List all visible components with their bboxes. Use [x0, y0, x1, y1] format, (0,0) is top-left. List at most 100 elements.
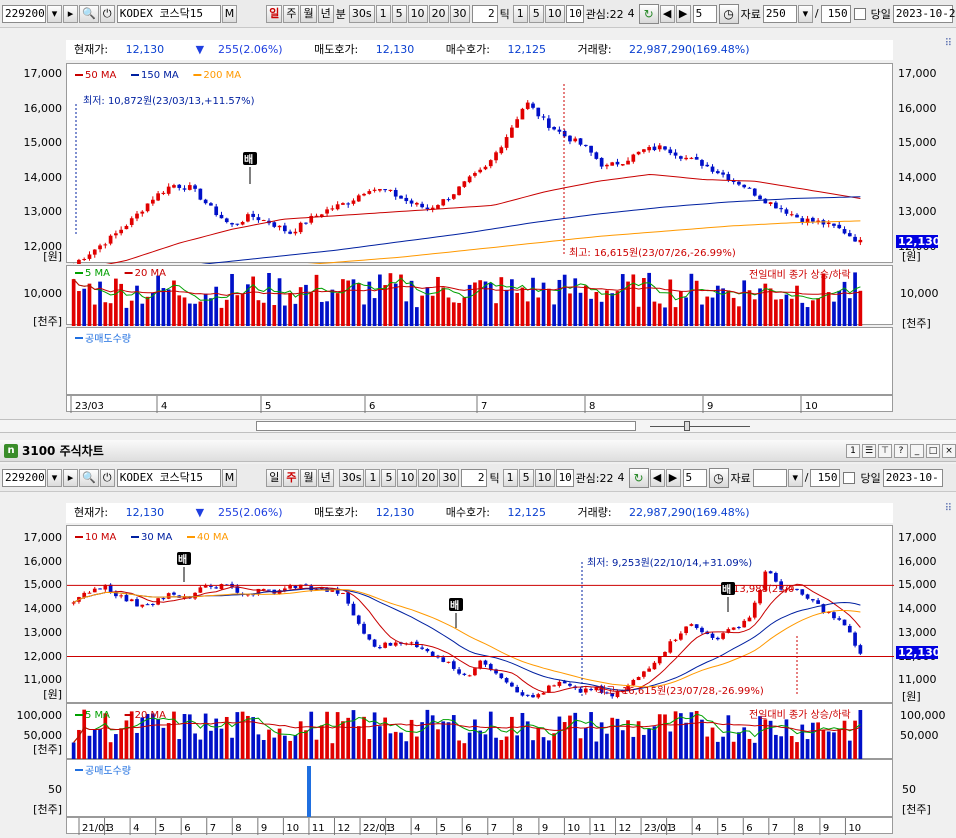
tick-10-button[interactable]: 10 [534, 468, 555, 487]
next-arrow-icon[interactable]: ▶ [675, 4, 691, 23]
window-menu-icon[interactable]: ☰ [862, 443, 876, 458]
search-icon[interactable]: 🔍 [79, 468, 99, 487]
min-30-button[interactable]: 30 [439, 468, 460, 487]
candle-body [129, 599, 134, 602]
volume-bar [256, 300, 261, 326]
count-input[interactable]: 5 [682, 468, 707, 487]
period-day-button[interactable]: 일 [266, 468, 283, 487]
candle-body [610, 162, 615, 166]
candle-body [631, 680, 636, 686]
window-pin-icon[interactable]: ⊤ [878, 443, 892, 458]
display-count-input[interactable]: 150 [810, 468, 841, 487]
min-10-button[interactable]: 10 [407, 4, 428, 23]
tick-custom-input[interactable]: 10 [565, 4, 584, 23]
top-scrollbar[interactable] [0, 419, 956, 433]
zoom-slider-handle[interactable] [684, 421, 690, 431]
count-input[interactable]: 5 [692, 4, 717, 23]
candle-body [341, 203, 345, 205]
tick-1-button[interactable]: 1 [512, 4, 528, 23]
period-day-button[interactable]: 일 [266, 4, 283, 23]
vol-tick-left: 10,000 [23, 287, 63, 300]
tick-1-button[interactable]: 1 [502, 468, 518, 487]
display-count-input[interactable]: 150 [820, 4, 851, 23]
period-year-button[interactable]: 년 [317, 4, 334, 23]
data-count-select[interactable] [752, 468, 787, 487]
data-dropdown-icon[interactable]: ▾ [797, 4, 813, 23]
min-20-button[interactable]: 20 [428, 4, 449, 23]
volume-bar [467, 284, 472, 326]
tick-input[interactable]: 2 [471, 4, 498, 23]
window-number-icon[interactable]: 1 [846, 443, 860, 458]
candle-body [383, 642, 388, 648]
power-icon[interactable]: ⏻ [99, 4, 115, 23]
min-30s-button[interactable]: 30s [338, 468, 365, 487]
window-minimize-icon[interactable]: _ [910, 443, 924, 458]
top-toolbar: 229200 ▾ ▸ 🔍 ⏻ KODEX 코스닥15 M 일 주 월 년 분 3… [0, 0, 956, 28]
window-maximize-icon[interactable]: □ [926, 443, 940, 458]
window-close-icon[interactable]: × [942, 443, 956, 458]
date-input[interactable]: 2023-10-2 [892, 4, 955, 23]
min-5-button[interactable]: 5 [381, 468, 397, 487]
volume-bar [837, 290, 842, 326]
period-year-button[interactable]: 년 [317, 468, 334, 487]
next-button[interactable]: ▸ [63, 468, 78, 487]
tick-custom-input[interactable]: 10 [555, 468, 574, 487]
stock-code-input[interactable]: 229200 [2, 468, 46, 487]
chart-type-icon[interactable]: M [221, 468, 238, 487]
tick-10-button[interactable]: 10 [544, 4, 565, 23]
today-checkbox[interactable] [843, 471, 856, 484]
power-icon[interactable]: ⏻ [99, 468, 115, 487]
zoom-slider[interactable] [650, 426, 750, 427]
candle-body [172, 592, 176, 595]
stock-code-input[interactable]: 229200 [2, 4, 46, 23]
min-1-button[interactable]: 1 [365, 468, 381, 487]
volume-value: 22,987,290(169.48%) [629, 43, 750, 56]
min-5-button[interactable]: 5 [391, 4, 407, 23]
data-dropdown-icon[interactable]: ▾ [787, 468, 803, 487]
short-tick-left: 50 [48, 783, 62, 796]
scroll-thumb[interactable] [256, 421, 636, 431]
candle-body [230, 223, 234, 225]
candle-body [774, 202, 778, 209]
next-arrow-icon[interactable]: ▶ [665, 468, 681, 487]
min-20-button[interactable]: 20 [418, 468, 439, 487]
clock-icon[interactable]: ◷ [718, 3, 739, 24]
candle-body [388, 189, 393, 191]
candle-body [457, 186, 461, 196]
code-dropdown-button[interactable]: ▾ [47, 4, 62, 23]
tick-input[interactable]: 2 [461, 468, 488, 487]
refresh-icon[interactable]: ↻ [628, 467, 649, 488]
volume-bar [705, 296, 710, 326]
prev-arrow-icon[interactable]: ◀ [649, 468, 665, 487]
period-week-button[interactable]: 주 [283, 468, 300, 487]
bottom-price-info: 현재가: 12,130 ▼ 255(2.06%) 매도호가: 12,130 매수호… [66, 503, 893, 523]
prev-arrow-icon[interactable]: ◀ [659, 4, 675, 23]
window-help-icon[interactable]: ? [894, 443, 908, 458]
min-30s-button[interactable]: 30s [348, 4, 375, 23]
candle-body [615, 161, 620, 165]
clock-icon[interactable]: ◷ [708, 467, 729, 488]
chart-type-icon[interactable]: M [221, 4, 238, 23]
candle-body [557, 681, 562, 686]
today-checkbox[interactable] [853, 7, 866, 20]
refresh-icon[interactable]: ↻ [638, 3, 659, 24]
data-count-select[interactable]: 250 [762, 4, 797, 23]
next-button[interactable]: ▸ [63, 4, 78, 23]
period-month-button[interactable]: 월 [300, 4, 317, 23]
x-label: 6 [746, 823, 752, 834]
min-30-button[interactable]: 30 [449, 4, 470, 23]
period-month-button[interactable]: 월 [300, 468, 317, 487]
candle-body [842, 619, 847, 626]
date-input[interactable]: 2023-10- [882, 468, 943, 487]
period-week-button[interactable]: 주 [283, 4, 300, 23]
ma-line-30-MA [73, 588, 861, 691]
code-dropdown-button[interactable]: ▾ [47, 468, 62, 487]
settings-icon[interactable]: ⠿ [945, 38, 952, 49]
min-10-button[interactable]: 10 [397, 468, 418, 487]
settings-icon[interactable]: ⠿ [945, 503, 952, 514]
tick-5-button[interactable]: 5 [518, 468, 534, 487]
tick-5-button[interactable]: 5 [528, 4, 544, 23]
volume-bar [272, 305, 277, 326]
search-icon[interactable]: 🔍 [79, 4, 99, 23]
min-1-button[interactable]: 1 [375, 4, 391, 23]
